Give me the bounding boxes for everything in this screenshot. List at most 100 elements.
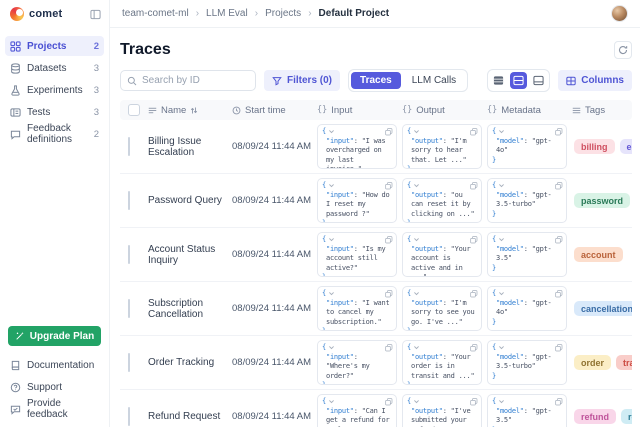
copy-icon[interactable] (555, 182, 563, 190)
table-row[interactable]: Account Status Inquiry 08/09/24 11:44 AM… (120, 228, 632, 282)
toggle-traces[interactable]: Traces (351, 72, 401, 89)
json-preview-cell[interactable]: { "model": "gpt-4o" } (487, 124, 567, 169)
table-row[interactable]: Subscription Cancellation 08/09/24 11:44… (120, 282, 632, 336)
chevron-down-icon[interactable] (498, 128, 505, 135)
chevron-down-icon[interactable] (328, 344, 335, 351)
copy-icon[interactable] (385, 398, 393, 406)
toggle-llm-calls[interactable]: LLM Calls (403, 72, 465, 89)
chevron-down-icon[interactable] (413, 236, 420, 243)
sidebar-item-projects[interactable]: Projects 2 (5, 36, 104, 56)
top-bar: comet team-comet-ml › LLM Eval › Project… (0, 0, 640, 28)
json-preview-cell[interactable]: { "output": "Your account is active and … (402, 232, 482, 277)
copy-icon[interactable] (555, 290, 563, 298)
sidebar-item-support[interactable]: Support (5, 377, 104, 397)
json-preview-cell[interactable]: { "model": "gpt-3.5-turbo" } (487, 340, 567, 385)
chevron-down-icon[interactable] (413, 398, 420, 405)
row-checkbox[interactable] (128, 407, 130, 426)
user-avatar[interactable] (611, 5, 628, 22)
row-checkbox[interactable] (128, 245, 130, 264)
copy-icon[interactable] (555, 128, 563, 136)
select-all-checkbox[interactable] (128, 104, 140, 116)
sidebar-item-tests[interactable]: Tests 3 (5, 102, 104, 122)
json-preview-cell[interactable]: { "model": "gpt-3.5" } (487, 394, 567, 427)
breadcrumb-item-workspace[interactable]: team-comet-ml (122, 8, 189, 19)
chevron-down-icon[interactable] (413, 128, 420, 135)
json-preview-cell[interactable]: { "model": "gpt-3.5-turbo" } (487, 178, 567, 223)
sort-icon[interactable] (190, 106, 198, 115)
table-row[interactable]: Refund Request 08/09/24 11:44 AM { "inpu… (120, 390, 632, 427)
copy-icon[interactable] (470, 344, 478, 352)
book-icon (10, 360, 21, 371)
chevron-down-icon[interactable] (328, 398, 335, 405)
copy-icon[interactable] (555, 236, 563, 244)
breadcrumb-item-projects[interactable]: Projects (265, 8, 301, 19)
search-input[interactable] (142, 75, 249, 86)
sidebar-item-provide-feedback[interactable]: Provide feedback (5, 399, 104, 419)
sidebar-item-documentation[interactable]: Documentation (5, 355, 104, 375)
filters-button[interactable]: Filters (0) (264, 70, 340, 91)
row-checkbox[interactable] (128, 353, 130, 372)
copy-icon[interactable] (470, 290, 478, 298)
json-preview-cell[interactable]: { "input": "Where's my order?" } (317, 340, 397, 385)
columns-button[interactable]: Columns (558, 70, 632, 91)
json-preview-cell[interactable]: { "input": "Can I get a refund for my la… (317, 394, 397, 427)
sidebar-item-datasets[interactable]: Datasets 3 (5, 58, 104, 78)
comet-logo[interactable]: comet (10, 7, 62, 21)
column-header-name[interactable]: Name (148, 105, 232, 116)
copy-icon[interactable] (385, 128, 393, 136)
copy-icon[interactable] (555, 344, 563, 352)
chevron-down-icon[interactable] (328, 290, 335, 297)
chevron-down-icon[interactable] (498, 398, 505, 405)
copy-icon[interactable] (470, 182, 478, 190)
json-preview-cell[interactable]: { "model": "gpt-3.5" } (487, 232, 567, 277)
chevron-down-icon[interactable] (498, 236, 505, 243)
upgrade-plan-button[interactable]: Upgrade Plan (8, 326, 101, 346)
chevron-down-icon[interactable] (413, 290, 420, 297)
sidebar-item-experiments[interactable]: Experiments 3 (5, 80, 104, 100)
chevron-down-icon[interactable] (498, 344, 505, 351)
trace-start-time: 08/09/24 11:44 AM (232, 411, 317, 422)
row-checkbox[interactable] (128, 137, 130, 156)
chevron-down-icon[interactable] (328, 128, 335, 135)
chevron-down-icon[interactable] (413, 182, 420, 189)
density-large-icon[interactable] (530, 72, 547, 89)
sidebar-item-label: Tests (27, 107, 50, 118)
json-preview-cell[interactable]: { "output": "I've submitted your refund … (402, 394, 482, 427)
chevron-down-icon[interactable] (328, 236, 335, 243)
chevron-down-icon[interactable] (413, 344, 420, 351)
json-preview-cell[interactable]: { "input": "I was overcharged on my last… (317, 124, 397, 169)
search-box[interactable] (120, 70, 256, 91)
json-preview-cell[interactable]: { "output": "I'm sorry to see you go. I'… (402, 286, 482, 331)
json-preview-cell[interactable]: { "output": "I'm sorry to hear that. Let… (402, 124, 482, 169)
row-checkbox[interactable] (128, 191, 130, 210)
density-small-icon[interactable] (490, 72, 507, 89)
chevron-down-icon[interactable] (498, 182, 505, 189)
copy-icon[interactable] (470, 398, 478, 406)
json-preview-cell[interactable]: { "model": "gpt-4o" } (487, 286, 567, 331)
chevron-down-icon[interactable] (498, 290, 505, 297)
density-medium-icon[interactable] (510, 72, 527, 89)
tag-badge: cancellation (574, 301, 632, 316)
json-preview-cell[interactable]: { "input": "I want to cancel my subscrip… (317, 286, 397, 331)
copy-icon[interactable] (385, 236, 393, 244)
copy-icon[interactable] (385, 182, 393, 190)
json-preview-cell[interactable]: { "input": "How do I reset my password ?… (317, 178, 397, 223)
copy-icon[interactable] (385, 344, 393, 352)
table-row[interactable]: Order Tracking 08/09/24 11:44 AM { "inpu… (120, 336, 632, 390)
json-preview-cell[interactable]: { "input": "Is my account still active?"… (317, 232, 397, 277)
refresh-button[interactable] (614, 41, 632, 59)
table-row[interactable]: Password Query 08/09/24 11:44 AM { "inpu… (120, 174, 632, 228)
copy-icon[interactable] (470, 236, 478, 244)
sidebar-collapse-icon[interactable] (90, 9, 101, 20)
json-preview-cell[interactable]: { "output": "Your order is in transit an… (402, 340, 482, 385)
breadcrumb-item-project-group[interactable]: LLM Eval (206, 8, 248, 19)
row-checkbox[interactable] (128, 299, 130, 318)
chevron-down-icon[interactable] (328, 182, 335, 189)
table-row[interactable]: Billing Issue Escalation 08/09/24 11:44 … (120, 120, 632, 174)
copy-icon[interactable] (555, 398, 563, 406)
copy-icon[interactable] (470, 128, 478, 136)
sidebar-item-feedback-definitions[interactable]: Feedback definitions 2 (5, 124, 104, 144)
copy-icon[interactable] (385, 290, 393, 298)
json-preview-cell[interactable]: { "output": "ou can reset it by clicking… (402, 178, 482, 223)
tag-badge: password (574, 193, 630, 208)
